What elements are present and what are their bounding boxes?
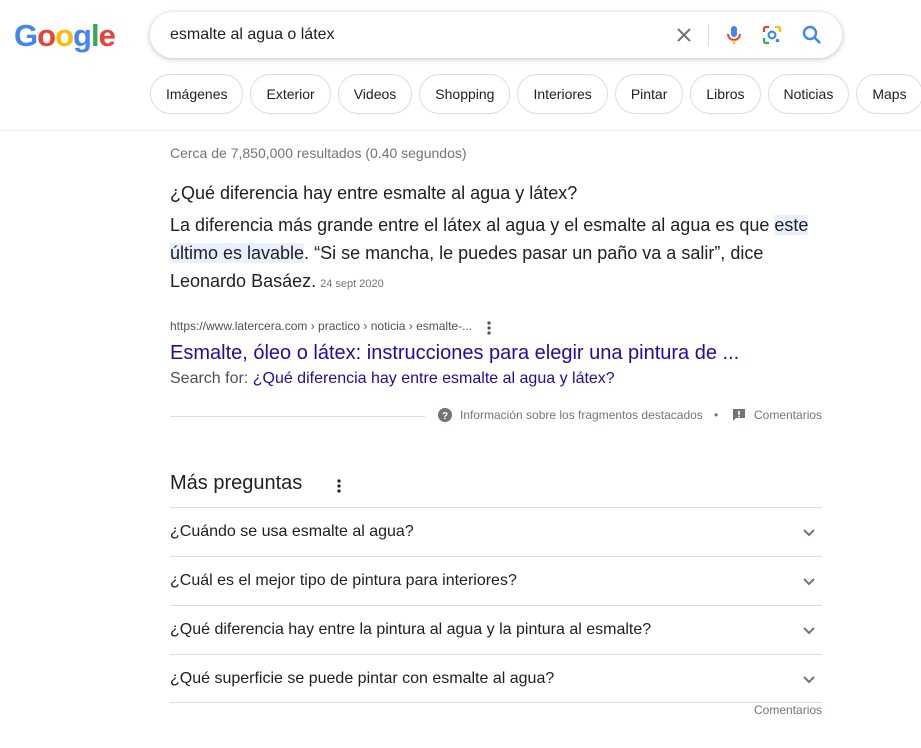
snippet-feedback-link[interactable]: Comentarios: [732, 408, 822, 422]
chip-libros[interactable]: Libros: [690, 74, 761, 114]
paa-question-text: ¿Cuándo se usa esmalte al agua?: [170, 523, 414, 540]
about-snippets-link[interactable]: ? Información sobre los fragmentos desta…: [438, 408, 703, 422]
paa-question[interactable]: ¿Cuándo se usa esmalte al agua?: [170, 507, 822, 556]
paa-heading: Más preguntas: [170, 472, 303, 494]
google-logo[interactable]: Google: [14, 18, 116, 54]
search-submit-button[interactable]: [800, 23, 824, 47]
snippet-answer: La diferencia más grande entre el látex …: [170, 211, 820, 298]
paa-question-text: ¿Cuál es el mejor tipo de pintura para i…: [170, 572, 517, 589]
paa-feedback-link[interactable]: Comentarios: [754, 703, 822, 717]
chevron-down-icon: [803, 529, 815, 537]
result-options-button[interactable]: [482, 319, 496, 337]
result-url: https://www.latercera.com › practico › n…: [170, 319, 473, 333]
svg-text:?: ?: [442, 411, 448, 422]
chip-shopping[interactable]: Shopping: [419, 74, 511, 114]
logo-letter: G: [14, 18, 38, 53]
search-for-label: Search for:: [170, 370, 249, 387]
search-for-line: Search for: ¿Qué diferencia hay entre es…: [170, 370, 615, 388]
filter-chips: Imágenes Exterior Videos Shopping Interi…: [150, 74, 921, 114]
chip-noticias[interactable]: Noticias: [767, 74, 850, 114]
chip-pintar[interactable]: Pintar: [614, 74, 684, 114]
logo-letter: l: [90, 18, 100, 53]
paa-list: ¿Cuándo se usa esmalte al agua? ¿Cuál es…: [170, 507, 822, 703]
about-snippets-label: Información sobre los fragmentos destaca…: [460, 408, 703, 422]
chip-images[interactable]: Imágenes: [150, 74, 244, 114]
paa-question-text: ¿Qué superficie se puede pintar con esma…: [170, 669, 555, 687]
search-box: [150, 12, 842, 58]
chevron-down-icon: [803, 578, 815, 586]
voice-search-button[interactable]: [722, 23, 746, 47]
answer-text: La diferencia más grande entre el látex …: [170, 215, 775, 235]
paa-question[interactable]: ¿Qué superficie se puede pintar con esma…: [170, 654, 822, 703]
snippet-date: 24 sept 2020: [320, 278, 384, 290]
feedback-icon: [733, 409, 745, 421]
chip-exterior[interactable]: Exterior: [250, 74, 331, 114]
footer-bullet: •: [714, 408, 719, 422]
result-stats: Cerca de 7,850,000 resultados (0.40 segu…: [170, 145, 467, 161]
search-icon: [802, 25, 821, 44]
search-for-link[interactable]: ¿Qué diferencia hay entre esmalte al agu…: [253, 370, 615, 387]
paa-options-button[interactable]: [332, 477, 346, 495]
snippet-feedback-label: Comentarios: [754, 408, 823, 422]
chevron-down-icon: [803, 675, 815, 683]
paa-question[interactable]: ¿Qué diferencia hay entre la pintura al …: [170, 605, 822, 654]
snippet-question: ¿Qué diferencia hay entre esmalte al agu…: [170, 183, 578, 203]
search-divider: [708, 24, 709, 46]
close-icon: [677, 28, 691, 42]
chip-interiores[interactable]: Interiores: [517, 74, 608, 114]
chevron-down-icon: [803, 627, 815, 635]
google-lens-icon: [762, 25, 782, 45]
chip-videos[interactable]: Videos: [337, 74, 413, 114]
logo-letter: o: [55, 18, 74, 53]
logo-letter: o: [37, 18, 56, 53]
paa-question-text: ¿Qué diferencia hay entre la pintura al …: [170, 621, 652, 638]
result-title-link[interactable]: Esmalte, óleo o látex: instrucciones par…: [170, 342, 739, 365]
snippet-footer-divider: [170, 416, 425, 417]
more-vert-icon: [487, 321, 491, 335]
microphone-icon: [727, 26, 741, 44]
image-search-button[interactable]: [760, 23, 784, 47]
paa-question[interactable]: ¿Cuál es el mejor tipo de pintura para i…: [170, 556, 822, 605]
chip-maps[interactable]: Maps: [856, 74, 921, 114]
logo-letter: e: [98, 18, 116, 53]
help-circle-icon: ?: [438, 408, 452, 422]
more-vert-icon: [337, 479, 341, 493]
search-input[interactable]: [170, 12, 650, 58]
clear-search-button[interactable]: [672, 23, 696, 47]
logo-letter: g: [73, 18, 92, 53]
header-divider: [0, 130, 921, 131]
